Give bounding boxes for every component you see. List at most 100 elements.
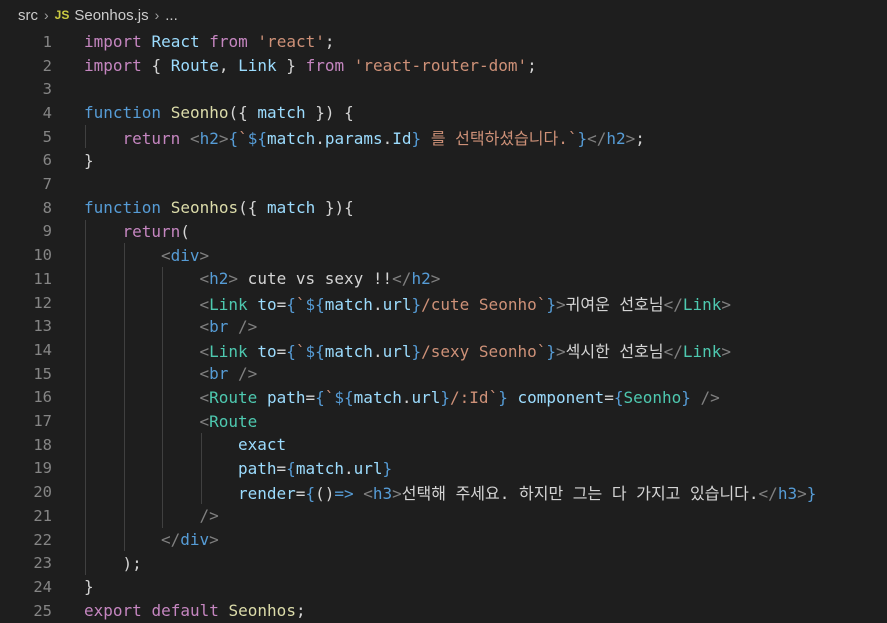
code-token: } [498, 387, 508, 407]
code-text[interactable]: exact [238, 435, 286, 454]
code-text[interactable]: } [84, 151, 94, 170]
code-line[interactable]: 24} [0, 575, 887, 599]
breadcrumb-file[interactable]: Seonhos.js [74, 7, 148, 24]
code-text[interactable]: render={()=> <h3>선택해 주세요. 하지만 그는 다 가지고 있… [238, 480, 816, 504]
code-line[interactable]: 7 [0, 172, 887, 196]
code-line[interactable]: 21 /> [0, 504, 887, 528]
code-line[interactable]: 6} [0, 149, 887, 173]
code-line[interactable]: 19 path={match.url} [0, 457, 887, 481]
code-token: ; [527, 56, 537, 76]
code-token: { [286, 458, 296, 478]
code-text[interactable]: <Route [200, 412, 258, 431]
code-line[interactable]: 25 export default Seonhos; [0, 599, 887, 623]
code-line[interactable]: 2 import { Route, Link } from 'react-rout… [0, 54, 887, 78]
code-text[interactable]: <Route path={`${match.url}/:Id`} compone… [200, 388, 720, 407]
code-line[interactable]: 14 <Link to={`${match.url}/sexy Seonho`}>… [0, 338, 887, 362]
code-token: < [199, 294, 210, 314]
code-token: match [353, 387, 402, 407]
line-number: 6 [42, 151, 52, 170]
code-text[interactable]: <Link to={`${match.url}/cute Seonho`}>귀여… [200, 291, 732, 315]
code-text[interactable]: export default Seonhos; [84, 601, 306, 620]
code-token: div [170, 245, 200, 265]
breadcrumb-symbols[interactable]: ... [165, 7, 178, 24]
code-token: } [276, 56, 306, 76]
line-number: 24 [33, 577, 52, 596]
breadcrumb: src › JS Seonhos.js › ... [0, 0, 887, 30]
code-token: exact [238, 435, 287, 455]
code-token: < [199, 364, 210, 384]
code-line[interactable]: 18 exact [0, 433, 887, 457]
code-token: h3 [372, 484, 393, 504]
code-token: Link [209, 341, 248, 361]
code-token: /> [199, 506, 219, 526]
code-line[interactable]: 1 import React from 'react'; [0, 30, 887, 54]
code-token: ${ [305, 294, 325, 314]
code-text[interactable]: /> [200, 506, 219, 525]
code-text[interactable]: function Seonho({ match }) { [84, 103, 354, 122]
code-token: div [180, 530, 210, 550]
code-token: </ [663, 341, 683, 361]
code-token: function [84, 103, 162, 123]
code-text[interactable]: path={match.url} [238, 459, 392, 478]
code-token: </ [161, 530, 181, 550]
code-text[interactable]: } [84, 577, 94, 596]
code-line[interactable]: 20 render={()=> <h3>선택해 주세요. 하지만 그는 다 가지고… [0, 480, 887, 504]
line-number: 21 [33, 506, 52, 525]
code-line[interactable]: 17 <Route [0, 409, 887, 433]
code-token: = [276, 294, 287, 314]
code-token: < [363, 484, 373, 504]
code-editor[interactable]: 1 import React from 'react'; 2 import { Rou… [0, 30, 887, 623]
code-line[interactable]: 8 function Seonhos({ match }){ [0, 196, 887, 220]
code-token: 귀여운 선호님 [565, 294, 664, 314]
code-text[interactable]: <Link to={`${match.url}/sexy Seonho`}>섹시… [200, 338, 732, 362]
code-token: to [257, 294, 277, 314]
code-token: return [122, 128, 181, 148]
code-token: function [84, 198, 162, 218]
code-token: < [199, 316, 210, 336]
breadcrumb-folder[interactable]: src [18, 7, 38, 24]
code-line[interactable]: 11 <h2> cute vs sexy !!</h2> [0, 267, 887, 291]
code-token: > [721, 294, 732, 314]
code-token: , [218, 56, 239, 76]
code-line[interactable]: 12 <Link to={`${match.url}/cute Seonho`}>… [0, 291, 887, 315]
code-text[interactable]: <br /> [200, 364, 258, 383]
line-number: 15 [33, 364, 52, 383]
code-line[interactable]: 22 </div> [0, 528, 887, 552]
code-line[interactable]: 9 return( [0, 220, 887, 244]
code-text[interactable]: return( [123, 222, 190, 241]
code-line[interactable]: 23); [0, 551, 887, 575]
code-line[interactable]: 3 [0, 77, 887, 101]
code-token: < [189, 128, 200, 148]
code-line[interactable]: 5 return <h2>{`${match.params.Id} 를 선택하셨습… [0, 125, 887, 149]
code-text[interactable]: function Seonhos({ match }){ [84, 198, 354, 217]
code-token: > [392, 484, 402, 504]
code-token: ( [180, 221, 190, 241]
code-token: render [238, 484, 296, 504]
code-line[interactable]: 16 <Route path={`${match.url}/:Id`} compo… [0, 386, 887, 410]
code-token: component [517, 387, 605, 407]
code-line[interactable]: 13 <br /> [0, 314, 887, 338]
code-text[interactable]: <h2> cute vs sexy !!</h2> [200, 269, 441, 288]
code-line[interactable]: 4 function Seonho({ match }) { [0, 101, 887, 125]
code-token: url [382, 341, 412, 361]
indent-guide [162, 267, 163, 528]
code-text[interactable]: ); [123, 554, 142, 573]
code-token: }){ [315, 198, 354, 218]
code-token: 'react-router-dom' [353, 56, 528, 76]
code-token: } [806, 484, 817, 504]
code-text[interactable]: <br /> [200, 317, 258, 336]
code-line[interactable]: 15 <br /> [0, 362, 887, 386]
code-text[interactable]: <div> [161, 246, 209, 265]
code-text[interactable]: import React from 'react'; [84, 32, 335, 51]
line-number: 2 [42, 56, 52, 75]
code-text[interactable]: return <h2>{`${match.params.Id} 를 선택하셨습니… [123, 125, 645, 149]
code-token: from [209, 32, 248, 52]
code-line[interactable]: 10 <div> [0, 243, 887, 267]
code-text[interactable]: import { Route, Link } from 'react-route… [84, 56, 537, 75]
code-text[interactable]: </div> [161, 530, 219, 549]
code-token: < [199, 411, 210, 431]
